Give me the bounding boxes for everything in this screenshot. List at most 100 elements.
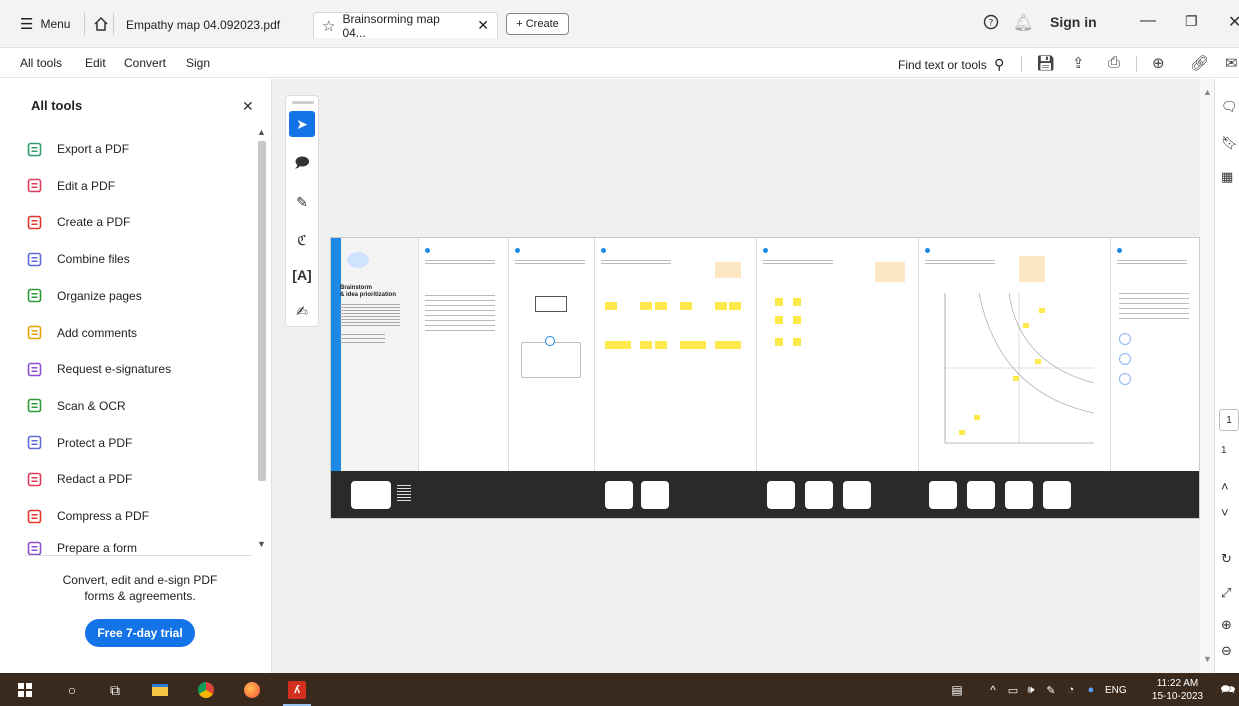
tool-item[interactable]: Combine files — [26, 247, 130, 271]
search-icon[interactable]: ○ — [63, 681, 81, 699]
scan-ocr-icon — [26, 398, 42, 414]
sign-in-link[interactable]: Sign in — [1050, 14, 1097, 30]
organize-pages-icon — [26, 288, 42, 304]
help-icon[interactable]: ? — [983, 14, 999, 35]
close-window-icon[interactable]: ✕ — [1228, 12, 1239, 32]
panel-before-collaborate — [419, 238, 509, 471]
all-tools-panel: All tools ✕ Export a PDF Edit a PDF Create… — [0, 79, 272, 673]
tool-label: Organize pages — [57, 288, 142, 303]
close-panel-icon[interactable]: ✕ — [242, 98, 254, 115]
refresh-icon[interactable]: ↻ — [1221, 551, 1232, 567]
mail-icon[interactable]: ✉ — [1225, 54, 1238, 72]
document-scrollbar[interactable]: ▲ ▼ — [1200, 79, 1214, 673]
zoom-in-icon[interactable]: ⊕ — [1221, 617, 1232, 633]
intro-panel: Brainstorm & idea prioritization — [331, 238, 419, 471]
tool-item[interactable]: Organize pages — [26, 284, 142, 308]
zoom-out-icon[interactable]: ⊖ — [1221, 643, 1232, 659]
doc-scroll-up-icon[interactable]: ▲ — [1203, 87, 1212, 97]
page-down-icon[interactable]: ˅ — [1221, 505, 1229, 520]
select-cursor-icon[interactable]: ➤ — [289, 111, 315, 137]
compress-pdf-icon — [26, 508, 42, 524]
share-user-icon[interactable]: ⊕ — [1152, 54, 1165, 72]
freehand-draw-icon[interactable]: ℭ — [289, 227, 315, 253]
svg-text:?: ? — [989, 19, 994, 29]
bell-icon[interactable]: 🔔︎ — [1013, 13, 1033, 33]
scroll-down-icon[interactable]: ▼ — [257, 539, 266, 549]
menu-sign[interactable]: Sign — [186, 56, 210, 70]
tool-label: Prepare a form — [57, 540, 138, 555]
free-trial-button[interactable]: Free 7-day trial — [85, 619, 195, 647]
page-up-icon[interactable]: ˄ — [1221, 479, 1229, 494]
hamburger-icon: ☰ — [20, 16, 34, 33]
tool-item[interactable]: Protect a PDF — [26, 431, 132, 455]
page-number-input[interactable]: 1 — [1219, 409, 1239, 431]
tool-item[interactable]: Add comments — [26, 321, 137, 345]
highlight-pen-icon[interactable]: ✎ — [289, 189, 315, 215]
board-footer-strip — [331, 471, 1199, 518]
tool-label: Combine files — [57, 252, 130, 267]
upload-cloud-icon[interactable]: ⇪ — [1072, 54, 1085, 72]
close-tab-icon[interactable]: ✕ — [477, 17, 489, 34]
doc-scroll-down-icon[interactable]: ▼ — [1203, 654, 1212, 664]
restore-icon[interactable]: ❐ — [1185, 13, 1198, 30]
brainstorm-board-page: Brainstorm & idea prioritization — [330, 237, 1200, 519]
bookmark-icon[interactable]: 🔖︎ — [1221, 135, 1238, 151]
news-widget-icon[interactable]: ▤ — [948, 681, 966, 699]
tool-label: Add comments — [57, 325, 138, 340]
tool-label: Export a PDF — [57, 142, 130, 156]
panel-define-problem — [509, 238, 595, 471]
tool-item[interactable]: Request e-signatures — [26, 357, 171, 381]
scrollbar-thumb[interactable] — [258, 141, 266, 481]
tab-brainstorming-map[interactable]: ☆ Brainsorming map 04... ✕ — [313, 12, 498, 40]
minimize-icon[interactable]: — — [1140, 12, 1156, 30]
menu-edit[interactable]: Edit — [85, 56, 106, 70]
show-hidden-icons[interactable]: ^ — [984, 681, 1002, 699]
tool-item[interactable]: Scan & OCR — [26, 394, 126, 418]
volume-icon[interactable]: 🕪︎ — [1022, 681, 1040, 699]
find-text-tools[interactable]: Find text or tools ⚲ — [898, 56, 1004, 73]
tool-item[interactable]: Export a PDF — [26, 137, 129, 161]
create-button[interactable]: + Create — [506, 13, 569, 35]
sign-pen-icon[interactable]: ✍︎ — [289, 298, 315, 324]
panel-scrollbar[interactable]: ▲ ▼ — [256, 127, 268, 551]
acrobat-icon[interactable]: ʎ — [288, 681, 306, 699]
tool-item[interactable]: Create a PDF — [26, 210, 130, 234]
create-pdf-icon — [26, 214, 42, 230]
protect-pdf-icon — [26, 435, 42, 451]
redact-pdf-icon — [26, 471, 42, 487]
task-view-icon[interactable]: ⧉ — [106, 681, 124, 699]
tool-label: Compress a PDF — [57, 509, 150, 523]
menu-all-tools[interactable]: All tools — [20, 56, 62, 70]
tool-item[interactable]: Prepare a form — [26, 541, 137, 555]
notifications-icon[interactable]: 🗪︎ — [1219, 681, 1237, 699]
scroll-up-icon[interactable]: ▲ — [257, 127, 266, 137]
panel-title: All tools — [31, 98, 83, 113]
file-explorer-icon[interactable] — [151, 681, 169, 699]
print-icon[interactable]: ⎙ — [1108, 54, 1120, 71]
security-icon[interactable]: ● — [1082, 681, 1100, 699]
add-comment-icon[interactable]: 🗩︎ — [289, 151, 315, 177]
link-icon[interactable]: 🔗︎ — [1190, 54, 1209, 72]
firefox-icon[interactable] — [243, 681, 261, 699]
windows-start-icon[interactable] — [16, 681, 34, 699]
wifi-icon[interactable]: ◔ — [1062, 681, 1080, 699]
menu-convert[interactable]: Convert — [124, 56, 166, 70]
tool-label: Edit a PDF — [57, 178, 116, 193]
star-icon[interactable]: ☆ — [322, 17, 335, 35]
battery-icon[interactable]: ▭ — [1004, 681, 1022, 699]
save-icon[interactable]: 💾︎ — [1036, 54, 1055, 72]
thumbnails-icon[interactable]: ▦ — [1221, 169, 1233, 185]
tool-item[interactable]: Compress a PDF — [26, 504, 149, 528]
clock[interactable]: 11:22 AM 15-10-2023 — [1150, 677, 1205, 703]
language-indicator[interactable]: ENG — [1105, 685, 1127, 696]
menu-button[interactable]: ☰ Menu — [20, 0, 70, 48]
fit-page-icon[interactable]: ⤢ — [1221, 585, 1231, 601]
text-select-icon[interactable]: [A] — [289, 262, 315, 288]
comments-panel-icon[interactable]: 🗨︎ — [1221, 99, 1238, 115]
pen-icon[interactable]: ✎ — [1042, 681, 1060, 699]
home-icon[interactable] — [93, 0, 109, 48]
tool-item[interactable]: Edit a PDF — [26, 174, 115, 198]
chrome-icon[interactable] — [197, 681, 215, 699]
tool-item[interactable]: Redact a PDF — [26, 467, 132, 491]
tab-empathy-map[interactable]: Empathy map 04.092023.pdf — [126, 12, 280, 38]
